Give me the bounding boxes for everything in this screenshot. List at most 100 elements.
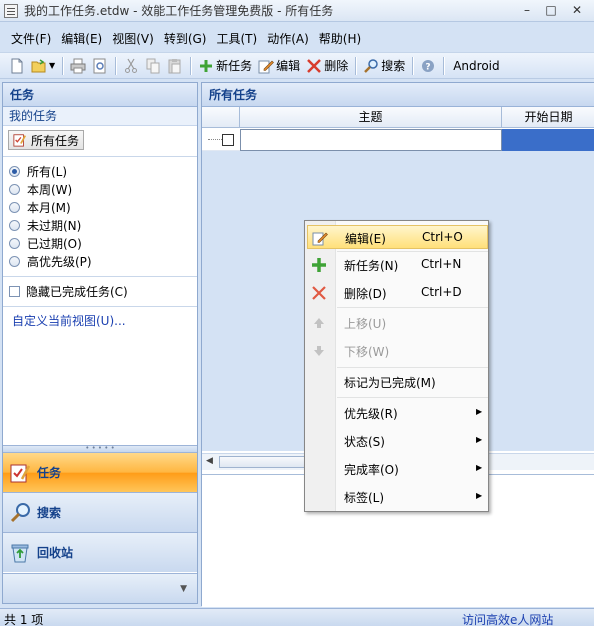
all-tasks-button[interactable]: 所有任务 — [8, 130, 85, 150]
menu-item-shortcut: Ctrl+N — [421, 257, 462, 271]
column-start-date-header[interactable]: 开始日期 — [502, 107, 594, 128]
close-button[interactable]: ✕ — [566, 1, 588, 19]
toolbar: ▼ 新任务 编辑 删除 搜索 ? Android — [0, 52, 594, 79]
android-button[interactable]: Android — [448, 55, 502, 77]
start-date-cell[interactable] — [502, 129, 594, 151]
filter-label: 未过期(N) — [27, 218, 82, 233]
menu-separator — [337, 397, 488, 398]
menu-item-status[interactable]: 状态(S) ▶ — [307, 429, 488, 453]
radio-button[interactable] — [9, 183, 20, 195]
checkbox[interactable] — [9, 285, 20, 297]
radio-button[interactable] — [9, 237, 20, 249]
filter-this-month[interactable]: 本月(M) — [3, 198, 197, 216]
scroll-left-icon[interactable]: ◀ — [206, 456, 213, 466]
open-folder-button[interactable]: ▼ — [28, 55, 58, 77]
search-label: 搜索 — [381, 59, 406, 73]
print-preview-button[interactable] — [89, 55, 111, 77]
menu-item-shortcut: Ctrl+O — [422, 230, 463, 244]
menu-item-delete[interactable]: 删除(D) Ctrl+D — [307, 281, 488, 305]
recycle-bin-icon — [11, 544, 29, 562]
toolbar-separator — [355, 56, 357, 75]
toolbar-separator — [190, 56, 192, 75]
task-complete-checkbox[interactable] — [222, 134, 234, 146]
app-icon — [4, 3, 18, 18]
radio-button[interactable] — [9, 219, 20, 231]
edit-button[interactable]: 编辑 — [255, 55, 303, 77]
filter-label: 高优先级(P) — [27, 254, 92, 269]
edit-icon — [312, 230, 328, 246]
menu-goto[interactable]: 转到(G) — [159, 30, 212, 47]
filter-label: 所有(L) — [27, 164, 68, 179]
open-folder-icon — [31, 58, 46, 72]
menu-item-mark-complete[interactable]: 标记为已完成(M) — [307, 370, 488, 394]
filter-this-week[interactable]: 本周(W) — [3, 180, 197, 198]
filter-not-overdue[interactable]: 未过期(N) — [3, 216, 197, 234]
edit-icon — [258, 60, 275, 73]
menu-item-tags[interactable]: 标签(L) ▶ — [307, 485, 488, 509]
nav-recycle-bin[interactable]: 回收站 — [3, 532, 197, 572]
new-document-button[interactable] — [6, 55, 28, 77]
delete-icon — [307, 58, 322, 73]
toolbar-separator — [412, 56, 414, 75]
panel-splitter[interactable]: • • • • • — [3, 445, 197, 452]
menu-tools[interactable]: 工具(T) — [211, 30, 262, 47]
minimize-button[interactable]: – — [516, 1, 538, 19]
subject-edit-cell[interactable] — [240, 129, 502, 151]
print-button[interactable] — [67, 55, 89, 77]
scrollbar-thumb[interactable] — [219, 456, 309, 468]
edit-label: 编辑 — [276, 59, 301, 73]
search-icon — [10, 502, 30, 522]
menu-view[interactable]: 视图(V) — [107, 30, 159, 47]
filter-overdue[interactable]: 已过期(O) — [3, 234, 197, 252]
row-check-cell[interactable] — [202, 129, 240, 151]
menu-separator — [337, 307, 488, 308]
menu-item-move-up: 上移(U) — [307, 311, 488, 335]
website-link[interactable]: 访问高效e人网站 — [462, 611, 553, 626]
new-task-button[interactable]: 新任务 — [195, 55, 255, 77]
item-count: 共 1 项 — [4, 613, 44, 626]
menu-item-edit[interactable]: 编辑(E) Ctrl+O — [307, 225, 488, 249]
customize-view-link[interactable]: 自定义当前视图(U)... — [3, 312, 197, 330]
radio-button[interactable] — [9, 201, 20, 213]
menu-item-label: 标签(L) — [344, 491, 385, 505]
help-button[interactable]: ? — [417, 55, 439, 77]
menu-item-new-task[interactable]: 新任务(N) Ctrl+N — [307, 253, 488, 277]
filter-high-priority[interactable]: 高优先级(P) — [3, 252, 197, 270]
nav-configure-button[interactable]: ▼ — [3, 573, 197, 603]
toolbar-separator — [62, 56, 64, 75]
filter-label: 本月(M) — [27, 200, 71, 215]
cut-button[interactable] — [120, 55, 142, 77]
help-icon: ? — [422, 59, 435, 72]
menu-actions[interactable]: 动作(A) — [262, 30, 314, 47]
copy-button[interactable] — [142, 55, 164, 77]
filter-label: 已过期(O) — [27, 236, 82, 251]
my-tasks-title: 我的任务 — [3, 107, 197, 126]
radio-button[interactable] — [9, 255, 20, 267]
menu-help[interactable]: 帮助(H) — [314, 30, 366, 47]
filter-all[interactable]: 所有(L) — [3, 162, 197, 180]
menu-item-label: 状态(S) — [344, 435, 385, 449]
menu-edit[interactable]: 编辑(E) — [56, 30, 107, 47]
chevron-down-icon: ▼ — [180, 584, 187, 594]
menu-item-completion-rate[interactable]: 完成率(O) ▶ — [307, 457, 488, 481]
table-row[interactable] — [202, 129, 594, 151]
task-list-icon — [13, 134, 27, 147]
new-document-icon — [11, 58, 23, 73]
column-subject-header[interactable]: 主题 — [240, 107, 502, 128]
nav-tasks[interactable]: 任务 — [3, 452, 197, 492]
menu-item-label: 完成率(O) — [344, 463, 399, 477]
paste-button[interactable] — [164, 55, 186, 77]
hide-completed-checkbox[interactable]: 隐藏已完成任务(C) — [3, 282, 197, 300]
nav-search[interactable]: 搜索 — [3, 492, 197, 532]
nav-tasks-label: 任务 — [37, 466, 62, 480]
menu-item-label: 标记为已完成(M) — [344, 376, 436, 390]
delete-button[interactable]: 删除 — [303, 55, 351, 77]
cut-icon — [125, 58, 138, 73]
search-button[interactable]: 搜索 — [360, 55, 408, 77]
radio-button[interactable] — [9, 165, 20, 177]
menu-item-priority[interactable]: 优先级(R) ▶ — [307, 401, 488, 425]
menu-file[interactable]: 文件(F) — [6, 30, 56, 47]
maximize-button[interactable]: □ — [540, 1, 562, 19]
column-check-header[interactable] — [202, 107, 240, 128]
plus-icon — [311, 257, 327, 273]
